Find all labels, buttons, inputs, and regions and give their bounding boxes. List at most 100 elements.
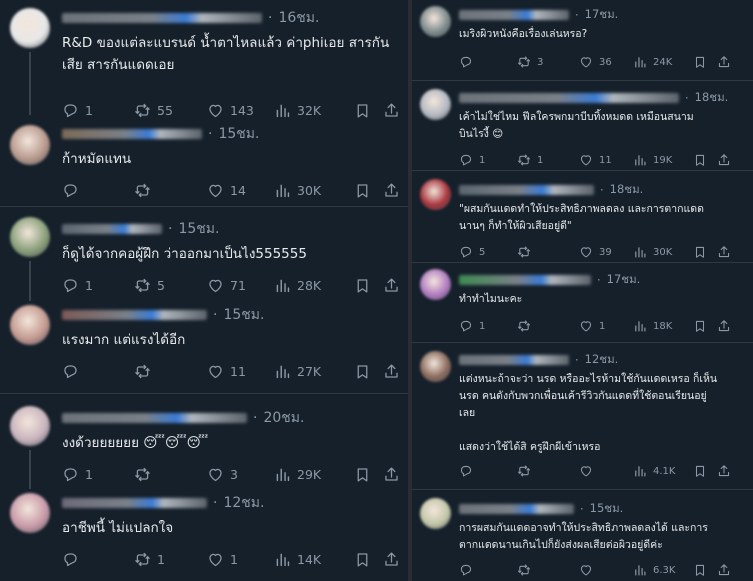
like-button[interactable]: 71 <box>207 277 274 294</box>
reply-button[interactable] <box>459 464 517 478</box>
redacted-username[interactable] <box>459 92 679 103</box>
share-button[interactable] <box>383 466 400 483</box>
bookmark-button[interactable] <box>354 551 383 568</box>
timestamp[interactable]: 20ชม. <box>263 407 304 429</box>
timestamp[interactable]: 16ชม. <box>278 7 319 29</box>
share-button[interactable] <box>383 363 400 380</box>
views-button[interactable]: 30K <box>633 245 693 259</box>
retweet-button[interactable] <box>134 182 207 199</box>
views-button[interactable]: 29K <box>274 466 354 483</box>
avatar[interactable] <box>420 89 451 120</box>
avatar[interactable] <box>420 498 451 529</box>
reply-tweet[interactable]: · 12ชม. อาชีพนี้ ไม่แปลกใจ 1 1 14K <box>0 488 408 581</box>
like-button[interactable]: 11 <box>207 363 274 380</box>
share-button[interactable] <box>383 182 400 199</box>
retweet-button[interactable] <box>517 464 579 478</box>
like-button[interactable]: 1 <box>207 551 274 568</box>
redacted-username[interactable] <box>459 354 569 365</box>
bookmark-button[interactable] <box>354 182 383 199</box>
views-button[interactable]: 24K <box>633 55 693 69</box>
reply-button[interactable] <box>62 551 134 568</box>
share-button[interactable] <box>383 551 400 568</box>
timestamp[interactable]: 15ชม. <box>223 304 264 326</box>
views-button[interactable]: 28K <box>274 277 354 294</box>
reply-tweet[interactable]: · 18ชม. เค้าไม่ใช่ไหม ฟีลใครพกมาบีบทิ้งหมด… <box>412 80 753 170</box>
redacted-username[interactable] <box>62 310 207 320</box>
redacted-username[interactable] <box>459 503 574 514</box>
redacted-username[interactable] <box>459 184 594 195</box>
timestamp[interactable]: 17ชม. <box>607 271 641 289</box>
redacted-username[interactable] <box>62 13 262 23</box>
bookmark-button[interactable] <box>693 55 717 69</box>
retweet-button[interactable]: 1 <box>517 153 579 167</box>
avatar[interactable] <box>10 493 50 533</box>
reply-button[interactable] <box>459 563 517 577</box>
bookmark-button[interactable] <box>354 466 383 483</box>
reply-button[interactable]: 5 <box>459 245 517 259</box>
retweet-button[interactable] <box>134 363 207 380</box>
like-button[interactable] <box>579 563 633 577</box>
retweet-button[interactable] <box>134 466 207 483</box>
avatar[interactable] <box>10 217 50 257</box>
reply-button[interactable]: 1 <box>459 153 517 167</box>
like-button[interactable]: 3 <box>207 466 274 483</box>
share-button[interactable] <box>717 55 731 69</box>
timestamp[interactable]: 12ชม. <box>585 351 619 369</box>
reply-tweet[interactable]: · 17ชม. เมริงผิวหนังคือเรื่องเล่นหรอ? 3 36 24… <box>412 0 753 80</box>
reply-tweet[interactable]: · 15ชม. แรงมาก แต่แรงได้อีก 11 27K <box>0 300 408 393</box>
avatar[interactable] <box>420 351 451 382</box>
like-button[interactable]: 11 <box>579 153 633 167</box>
avatar[interactable] <box>10 125 50 165</box>
retweet-button[interactable] <box>517 319 579 333</box>
share-button[interactable] <box>383 277 400 294</box>
reply-tweet[interactable]: · 18ชม. "ผสมกันแดดทำให้ประสิทธิภาพลดลง และ… <box>412 170 753 262</box>
timestamp[interactable]: 17ชม. <box>585 6 619 24</box>
views-button[interactable]: 27K <box>274 363 354 380</box>
retweet-button[interactable]: 1 <box>134 551 207 568</box>
views-button[interactable]: 6.3K <box>633 563 693 577</box>
timestamp[interactable]: 18ชม. <box>695 89 729 107</box>
share-button[interactable] <box>717 153 731 167</box>
reply-tweet[interactable]: · 17ชม. ทำทำไมนะคะ 1 1 18K <box>412 262 753 342</box>
like-button[interactable]: 36 <box>579 55 633 69</box>
timestamp[interactable]: 15ชม. <box>178 218 219 240</box>
views-button[interactable]: 19K <box>633 153 693 167</box>
views-button[interactable]: 4.1K <box>633 464 693 478</box>
reply-button[interactable]: 1 <box>62 277 134 294</box>
avatar[interactable] <box>10 305 50 345</box>
bookmark-button[interactable] <box>693 245 717 259</box>
like-button[interactable]: 1 <box>579 319 633 333</box>
bookmark-button[interactable] <box>693 153 717 167</box>
bookmark-button[interactable] <box>693 319 717 333</box>
reply-button[interactable] <box>62 182 134 199</box>
avatar[interactable] <box>420 269 451 300</box>
reply-tweet[interactable]: · 15ชม. ก้าหมัดแทน 14 30K <box>0 115 408 206</box>
bookmark-button[interactable] <box>693 464 717 478</box>
redacted-username[interactable] <box>62 413 247 423</box>
redacted-username[interactable] <box>459 9 569 20</box>
share-button[interactable] <box>717 563 731 577</box>
retweet-button[interactable] <box>517 563 579 577</box>
avatar[interactable] <box>420 6 451 37</box>
bookmark-button[interactable] <box>354 277 383 294</box>
like-button[interactable] <box>579 464 633 478</box>
avatar[interactable] <box>10 8 50 48</box>
redacted-username[interactable] <box>459 274 591 285</box>
views-button[interactable]: 30K <box>274 182 354 199</box>
views-button[interactable]: 14K <box>274 551 354 568</box>
redacted-username[interactable] <box>62 129 202 139</box>
avatar[interactable] <box>10 406 50 446</box>
reply-button[interactable] <box>62 363 134 380</box>
timestamp[interactable]: 15ชม. <box>590 500 624 518</box>
share-button[interactable] <box>717 245 731 259</box>
timestamp[interactable]: 15ชม. <box>218 123 259 145</box>
bookmark-button[interactable] <box>354 363 383 380</box>
reply-tweet[interactable]: · 12ชม. แต่งหนะถ้าจะว่า นรด หรืออะไรห้ามใช… <box>412 342 753 489</box>
timestamp[interactable]: 12ชม. <box>223 492 264 514</box>
reply-tweet[interactable]: · 15ชม. ก็ดูได้จากคอผู้ฝึก ว่าออกมาเป็นไง5… <box>0 206 408 301</box>
retweet-button[interactable]: 5 <box>134 277 207 294</box>
bookmark-button[interactable] <box>693 563 717 577</box>
reply-button[interactable]: 1 <box>62 466 134 483</box>
avatar[interactable] <box>420 179 451 210</box>
reply-tweet[interactable]: · 20ชม. งงด้วยยยยยย 😴😴😴 1 3 29K <box>0 393 408 489</box>
